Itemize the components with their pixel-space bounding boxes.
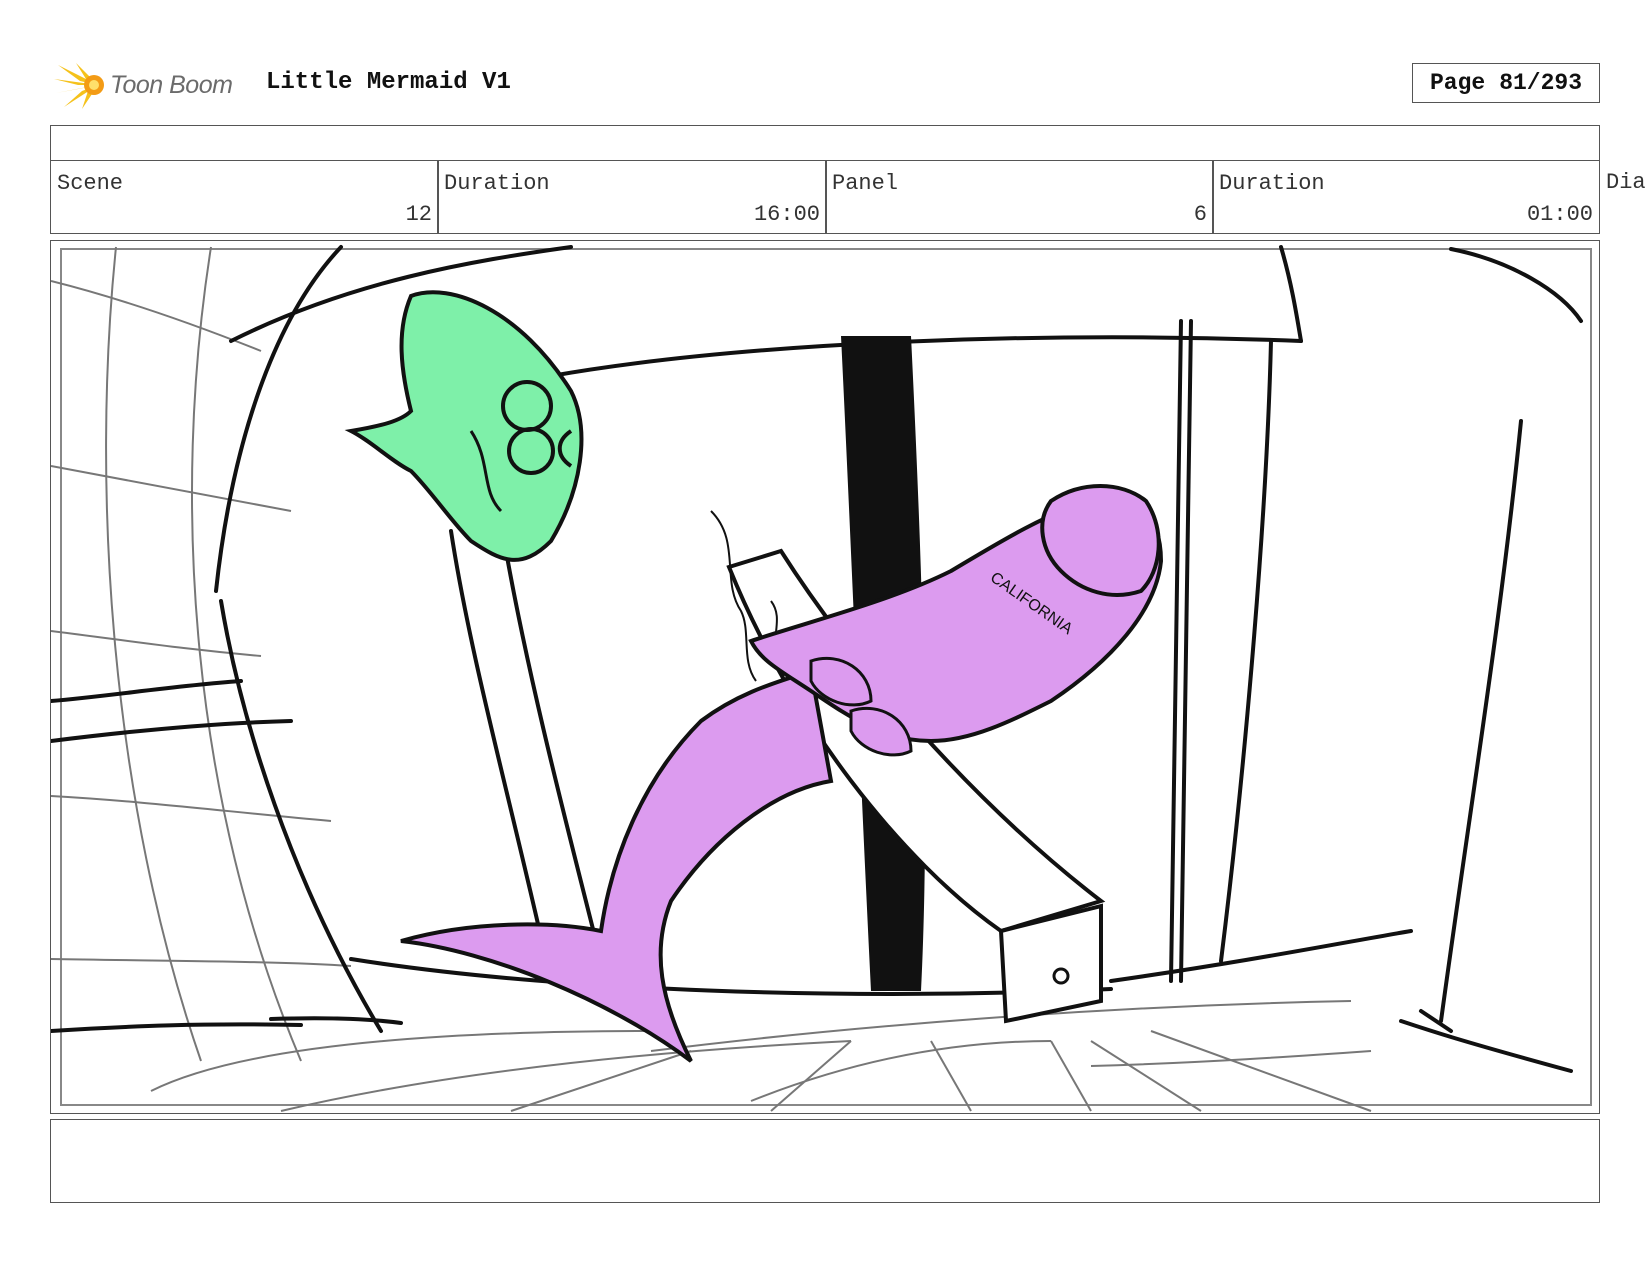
panel-duration-value: 01:00 [1526, 202, 1593, 227]
panel-label: Panel [832, 171, 899, 196]
scene-duration-cell: Duration 16:00 [437, 160, 827, 234]
scene-info-row: Scene 12 Duration 16:00 Panel 6 Duration… [50, 160, 1650, 234]
page-counter: Page 81/293 [1412, 63, 1600, 103]
storyboard-panel: CALIFORNIA [50, 240, 1600, 1114]
panel-cell: Panel 6 [825, 160, 1214, 234]
panel-duration-cell: Duration 01:00 [1212, 160, 1600, 234]
toon-boom-logo: Toon Boom [54, 59, 254, 111]
scene-label: Scene [57, 171, 124, 196]
green-fish [344, 290, 584, 562]
dialog-cell: Dia [1600, 160, 1650, 234]
dialog-label: Dia [1606, 170, 1646, 195]
project-title: Little Mermaid V1 [266, 69, 511, 96]
dialog-notes-box [50, 1119, 1600, 1203]
panel-number: 6 [1193, 202, 1207, 227]
perspective-grid [51, 246, 1372, 1112]
scene-cell: Scene 12 [50, 160, 439, 234]
page-label: Page [1429, 70, 1486, 96]
page-header: Toon Boom Little Mermaid V1 Page 81/293 [50, 55, 1600, 115]
panel-duration-label: Duration [1219, 171, 1325, 196]
starburst-icon [54, 63, 104, 109]
caption-strip [50, 125, 1600, 161]
page-number: 81/293 [1499, 70, 1583, 96]
scene-duration-value: 16:00 [753, 202, 820, 227]
panel-sketch: CALIFORNIA [51, 245, 1592, 1112]
scene-number: 12 [405, 202, 432, 227]
logo-wordmark: Toon Boom [110, 71, 233, 99]
scene-duration-label: Duration [444, 171, 550, 196]
